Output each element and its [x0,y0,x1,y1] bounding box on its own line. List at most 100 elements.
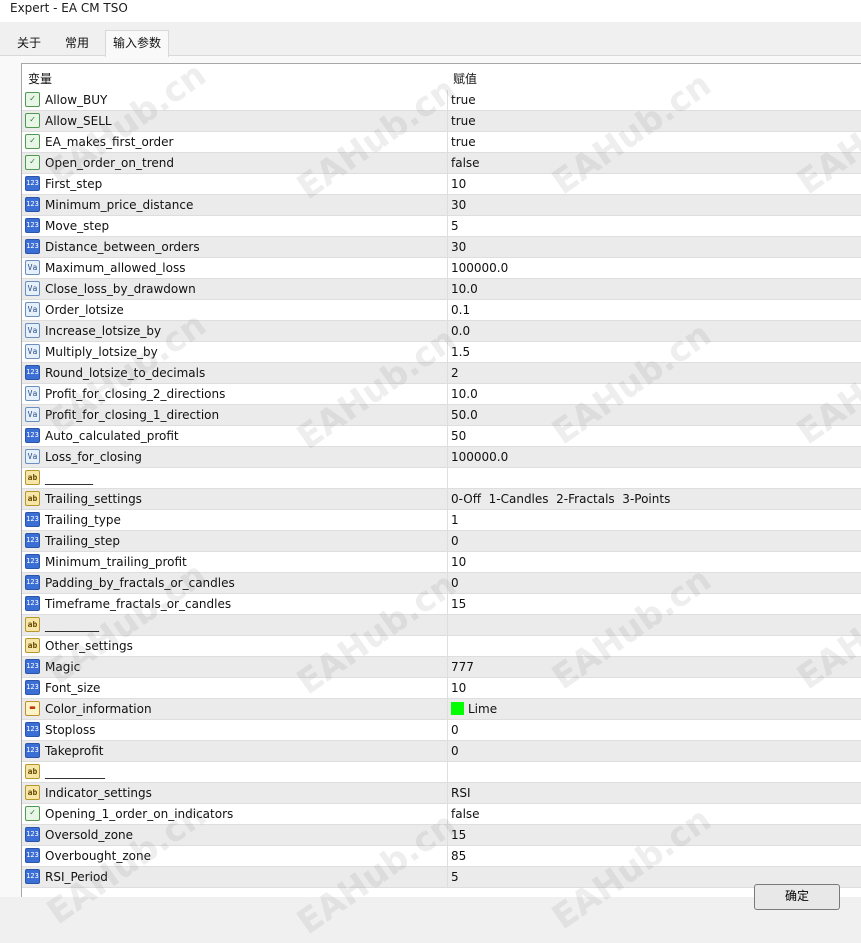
table-row[interactable]: ab _________ [22,615,861,636]
column-divider [447,573,448,594]
parameter-value[interactable]: 2 [451,363,459,383]
table-row[interactable]: Va Order_lotsize 0.1 [22,300,861,321]
parameter-value[interactable]: RSI [451,783,471,803]
table-row[interactable]: ab ________ [22,468,861,489]
table-row[interactable]: ✓ Opening_1_order_on_indicators false [22,804,861,825]
parameter-value[interactable]: 10.0 [451,384,478,404]
parameter-value[interactable]: 5 [451,867,459,887]
parameter-value[interactable]: false [451,804,480,824]
table-row[interactable]: 123 Minimum_price_distance 30 [22,195,861,216]
parameter-value[interactable]: 50.0 [451,405,478,425]
table-row[interactable]: 123 Auto_calculated_profit 50 [22,426,861,447]
table-row[interactable]: ab Indicator_settings RSI [22,783,861,804]
parameter-name: Open_order_on_trend [45,156,174,170]
parameter-value[interactable]: 15 [451,594,466,614]
parameter-value[interactable]: 50 [451,426,466,446]
parameter-list[interactable]: 变量 赋值 ✓ Allow_BUY true ✓ Allow_SELL true ✓ EA_m… [21,63,861,897]
string-icon: ab [25,491,40,506]
column-header-value[interactable]: 赋值 [453,70,477,87]
parameter-value[interactable]: 0-Off 1-Candles 2-Fractals 3-Points [451,489,670,509]
table-row[interactable]: ab Trailing_settings 0-Off 1-Candles 2-Fra… [22,489,861,510]
parameter-value[interactable]: 0 [451,573,459,593]
table-row[interactable]: 123 Stoploss 0 [22,720,861,741]
table-row[interactable]: Va Increase_lotsize_by 0.0 [22,321,861,342]
parameter-value[interactable]: 10.0 [451,279,478,299]
parameter-value[interactable]: 10 [451,552,466,572]
integer-icon: 123 [25,533,40,548]
table-row[interactable]: ✓ Allow_BUY true [22,90,861,111]
parameter-value[interactable]: 0.1 [451,300,470,320]
table-row[interactable]: 123 Trailing_type 1 [22,510,861,531]
table-row[interactable]: 123 Padding_by_fractals_or_candles 0 [22,573,861,594]
parameter-value[interactable]: 1 [451,510,459,530]
table-row[interactable]: Va Maximum_allowed_loss 100000.0 [22,258,861,279]
parameter-value[interactable]: false [451,153,480,173]
parameter-value[interactable]: 0.0 [451,321,470,341]
table-row[interactable]: 123 RSI_Period 5 [22,867,861,888]
column-divider [447,174,448,195]
table-row[interactable]: 123 Font_size 10 [22,678,861,699]
parameter-value[interactable]: 5 [451,216,459,236]
parameter-name: First_step [45,177,103,191]
table-row[interactable]: 123 Round_lotsize_to_decimals 2 [22,363,861,384]
table-row[interactable]: ▬ Color_information Lime [22,699,861,720]
integer-icon: 123 [25,575,40,590]
tab-inputs[interactable]: 输入参数 [105,30,170,57]
parameter-value[interactable]: 10 [451,174,466,194]
parameter-name: __________ [45,765,105,779]
parameter-value[interactable]: 30 [451,237,466,257]
table-row[interactable]: ✓ Allow_SELL true [22,111,861,132]
integer-icon: 123 [25,743,40,758]
table-row[interactable]: 123 Trailing_step 0 [22,531,861,552]
parameter-name: Indicator_settings [45,786,152,800]
parameter-value[interactable]: true [451,90,476,110]
column-divider [447,636,448,657]
table-row[interactable]: 123 Timeframe_fractals_or_candles 15 [22,594,861,615]
parameter-value[interactable]: 777 [451,657,474,677]
parameter-value[interactable]: 30 [451,195,466,215]
parameter-value[interactable]: 10 [451,678,466,698]
column-divider [447,342,448,363]
parameter-value[interactable]: 15 [451,825,466,845]
tab-bar: 关于 常用 输入参数 [0,22,861,57]
column-divider [447,237,448,258]
table-row[interactable]: Va Multiply_lotsize_by 1.5 [22,342,861,363]
table-row[interactable]: Va Profit_for_closing_2_directions 10.0 [22,384,861,405]
table-row[interactable]: Va Loss_for_closing 100000.0 [22,447,861,468]
parameter-name: Stoploss [45,723,96,737]
table-row[interactable]: 123 Takeprofit 0 [22,741,861,762]
column-divider [447,447,448,468]
table-row[interactable]: 123 Move_step 5 [22,216,861,237]
color-icon: ▬ [25,701,40,716]
parameter-value[interactable]: true [451,111,476,131]
parameter-name: Round_lotsize_to_decimals [45,366,206,380]
table-row[interactable]: 123 Minimum_trailing_profit 10 [22,552,861,573]
parameter-value[interactable]: Lime [468,699,497,719]
tab-about[interactable]: 关于 [10,32,48,54]
table-row[interactable]: 123 Magic 777 [22,657,861,678]
table-row[interactable]: 123 Oversold_zone 15 [22,825,861,846]
parameter-value[interactable]: 0 [451,531,459,551]
parameter-value[interactable]: true [451,132,476,152]
parameter-name: Padding_by_fractals_or_candles [45,576,235,590]
parameter-value[interactable]: 100000.0 [451,447,508,467]
table-row[interactable]: ✓ EA_makes_first_order true [22,132,861,153]
table-row[interactable]: ab __________ [22,762,861,783]
parameter-value[interactable]: 0 [451,720,459,740]
integer-icon: 123 [25,596,40,611]
parameter-value[interactable]: 1.5 [451,342,470,362]
ok-button[interactable]: 确定 [754,884,840,910]
parameter-value[interactable]: 85 [451,846,466,866]
table-row[interactable]: 123 Overbought_zone 85 [22,846,861,867]
table-row[interactable]: 123 Distance_between_orders 30 [22,237,861,258]
tab-common[interactable]: 常用 [58,32,96,54]
column-header-variable[interactable]: 变量 [28,70,52,87]
table-row[interactable]: Va Profit_for_closing_1_direction 50.0 [22,405,861,426]
table-row[interactable]: Va Close_loss_by_drawdown 10.0 [22,279,861,300]
table-row[interactable]: ✓ Open_order_on_trend false [22,153,861,174]
table-row[interactable]: 123 First_step 10 [22,174,861,195]
parameter-value[interactable]: 100000.0 [451,258,508,278]
parameter-value[interactable]: 0 [451,741,459,761]
parameter-name: Trailing_settings [45,492,142,506]
table-row[interactable]: ab Other_settings [22,636,861,657]
